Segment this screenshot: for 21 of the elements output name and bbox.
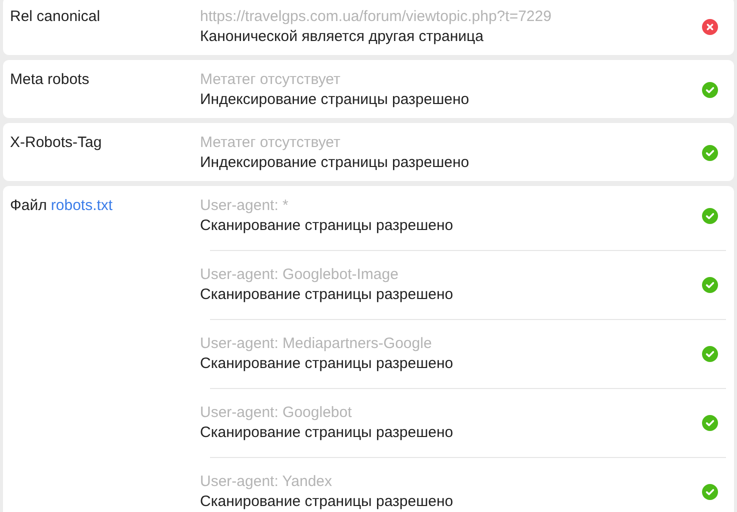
status-text: Индексирование страницы разрешено — [200, 153, 470, 173]
status-text: Сканирование страницы разрешено — [200, 285, 454, 305]
checked-value: User-agent: Yandex — [200, 472, 334, 492]
checked-value: User-agent: Googlebot-Image — [200, 265, 400, 285]
check-label: Файл — [10, 196, 47, 216]
checked-value: User-agent: Googlebot — [200, 403, 353, 423]
check-label: Meta robots — [10, 70, 90, 90]
status-text: Сканирование страницы разрешено — [200, 216, 454, 236]
status-text: Сканирование страницы разрешено — [200, 492, 454, 512]
file-link[interactable]: robots.txt — [50, 196, 113, 216]
check-label: X-Robots-Tag — [10, 133, 102, 153]
checked-value: User-agent: * — [200, 196, 290, 216]
checked-value: Метатег отсутствует — [200, 133, 342, 153]
status-text: Сканирование страницы разрешено — [200, 354, 454, 374]
check-label: Rel canonical — [10, 7, 100, 27]
status-text: Канонической является другая страница — [200, 27, 484, 47]
checked-value: User-agent: Mediapartners-Google — [200, 334, 433, 354]
status-text: Сканирование страницы разрешено — [200, 423, 454, 443]
checked-value: Метатег отсутствует — [200, 70, 342, 90]
status-text: Индексирование страницы разрешено — [200, 90, 470, 110]
checked-value: https://travelgps.com.ua/forum/viewtopic.php?t=7229 — [200, 7, 552, 27]
